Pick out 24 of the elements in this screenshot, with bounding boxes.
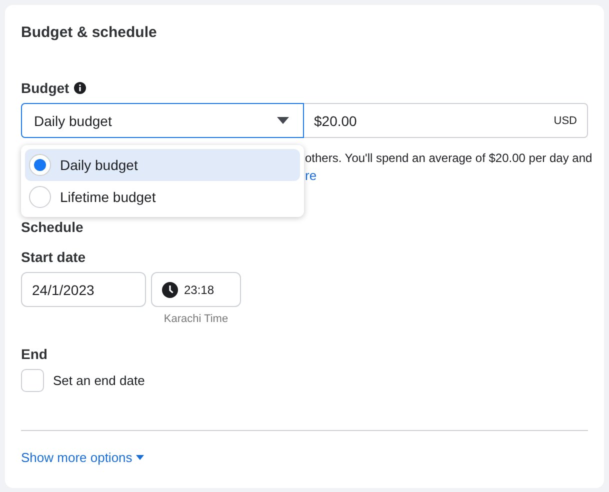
dropdown-option[interactable]: Lifetime budget — [25, 181, 300, 213]
currency-label: USD — [554, 114, 577, 126]
clock-icon — [162, 282, 178, 298]
end-label: End — [21, 345, 48, 363]
caret-icon — [136, 455, 144, 460]
info-icon — [74, 82, 86, 94]
amount-field[interactable]: $20.00 USD — [304, 103, 588, 138]
section-title: Budget & schedule — [21, 23, 158, 43]
checkbox-label: Set an end date — [53, 373, 145, 388]
time-field[interactable]: 23:18 — [151, 272, 241, 307]
date-field[interactable]: 24/1/2023 — [21, 272, 146, 307]
dropdown-value: Daily budget — [34, 112, 112, 128]
budget-type-dropdown[interactable]: Daily budget — [21, 103, 304, 138]
budget-label: Budget — [21, 79, 70, 97]
timezone-label: Karachi Time — [164, 313, 228, 325]
dropdown-option[interactable]: Daily budget — [25, 149, 300, 181]
learn-more-link[interactable]: re — [305, 167, 317, 185]
hint-text: others. You'll spend an average of $20.00 per day and — [305, 150, 592, 167]
schedule-label: Schedule — [21, 218, 84, 236]
caret-icon — [277, 117, 289, 124]
checkbox[interactable] — [21, 369, 44, 392]
show-more-link[interactable]: Show more options — [21, 450, 144, 465]
amount-value: $20.00 — [314, 112, 357, 128]
start-date-label: Start date — [21, 248, 87, 266]
